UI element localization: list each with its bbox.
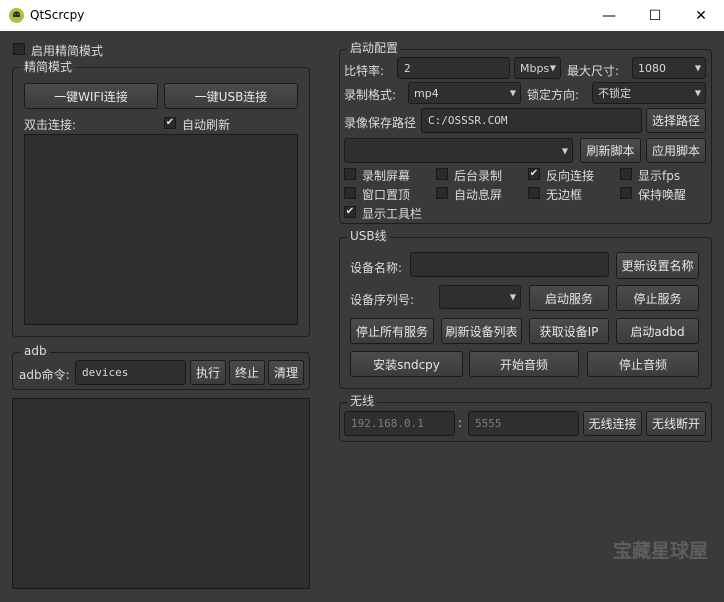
serial-number-label: 设备序列号:	[350, 293, 415, 307]
adb-terminate-button[interactable]: 终止	[229, 360, 265, 385]
device-list[interactable]	[24, 134, 298, 325]
minimize-icon: —	[602, 7, 616, 24]
device-name-input[interactable]	[410, 252, 609, 277]
simple-mode-group-title: 精简模式	[21, 61, 76, 74]
adb-execute-button[interactable]: 执行	[190, 360, 226, 385]
lock-orientation-label: 锁定方向:	[527, 88, 580, 102]
update-device-name-button[interactable]: 更新设置名称	[616, 252, 699, 279]
maximize-button[interactable]: ☐	[632, 0, 678, 31]
adb-command-input[interactable]: devices	[75, 360, 186, 385]
record-format-value: mp4	[414, 86, 439, 100]
wifi-connect-button[interactable]: 一键WIFI连接	[24, 83, 158, 109]
record-format-select[interactable]: mp4 ▼	[408, 82, 521, 104]
bitrate-label: 比特率:	[344, 64, 385, 78]
save-path-input[interactable]: C:/OSSSR.COM	[421, 108, 642, 133]
start-audio-button[interactable]: 开始音频	[469, 351, 579, 377]
adb-output-log[interactable]	[12, 398, 310, 589]
minimize-button[interactable]: —	[586, 0, 632, 31]
auto-refresh-label: 自动刷新	[182, 118, 231, 132]
wireless-disconnect-button[interactable]: 无线断开	[646, 411, 706, 436]
android-app-icon	[9, 8, 24, 23]
serial-number-select[interactable]: ▼	[439, 285, 521, 309]
max-size-value: 1080	[638, 61, 666, 75]
max-size-select[interactable]: 1080 ▼	[632, 57, 706, 79]
stop-audio-button[interactable]: 停止音频	[587, 351, 699, 377]
auto-refresh-checkbox[interactable]: ✔	[164, 117, 176, 129]
refresh-script-button[interactable]: 刷新脚本	[580, 138, 641, 163]
chevron-down-icon: ▼	[694, 63, 701, 73]
simple-mode-checkbox[interactable]	[13, 43, 25, 55]
option-stay-awake-checkbox[interactable]	[620, 187, 632, 199]
option-show-toolbar-checkbox[interactable]: ✔	[344, 206, 356, 218]
checkmark-icon: ✔	[165, 117, 175, 128]
option-show-fps-checkbox[interactable]	[620, 168, 632, 180]
stop-all-services-button[interactable]: 停止所有服务	[350, 318, 434, 344]
script-select[interactable]: ▼	[344, 138, 573, 163]
option-show-fps-label: 显示fps	[638, 169, 681, 183]
max-size-label: 最大尺寸:	[567, 64, 620, 78]
save-path-label: 录像保存路径	[344, 116, 417, 130]
option-record-screen-checkbox[interactable]	[344, 168, 356, 180]
simple-mode-label: 启用精简模式	[31, 44, 104, 58]
refresh-device-list-button[interactable]: 刷新设备列表	[441, 318, 522, 344]
start-adbd-button[interactable]: 启动adbd	[616, 318, 699, 344]
startup-config-title: 启动配置	[347, 42, 402, 55]
maximize-icon: ☐	[648, 7, 662, 24]
apply-script-button[interactable]: 应用脚本	[646, 138, 706, 163]
chevron-down-icon: ▼	[549, 63, 556, 73]
chevron-down-icon: ▼	[509, 88, 516, 98]
option-record-screen-label: 录制屏幕	[362, 169, 411, 183]
double-click-label: 双击连接:	[24, 118, 77, 132]
option-show-toolbar-label: 显示工具栏	[362, 207, 423, 221]
watermark-text: 宝藏星球屋	[613, 540, 709, 562]
option-frameless-label: 无边框	[546, 188, 583, 202]
option-auto-screen-off-label: 自动息屏	[454, 188, 503, 202]
wireless-connect-button[interactable]: 无线连接	[583, 411, 642, 436]
chevron-down-icon: ▼	[509, 292, 516, 302]
option-background-record-label: 后台录制	[454, 169, 503, 183]
adb-group-title: adb	[21, 345, 50, 358]
option-always-on-top-checkbox[interactable]	[344, 187, 356, 199]
usb-connect-button[interactable]: 一键USB连接	[164, 83, 298, 109]
device-name-label: 设备名称:	[350, 261, 403, 275]
select-path-button[interactable]: 选择路径	[646, 108, 706, 133]
close-icon: ✕	[695, 7, 707, 24]
checkmark-icon: ✔	[345, 206, 355, 217]
get-device-ip-button[interactable]: 获取设备IP	[529, 318, 609, 344]
adb-clear-button[interactable]: 清理	[268, 360, 304, 385]
ip-port-separator: :	[458, 416, 463, 430]
wireless-group-title: 无线	[347, 395, 378, 408]
install-sndcpy-button[interactable]: 安装sndcpy	[350, 351, 463, 377]
wireless-port-input[interactable]: 5555	[468, 411, 579, 436]
checkmark-icon: ✔	[529, 168, 539, 179]
start-service-button[interactable]: 启动服务	[529, 285, 609, 311]
chevron-down-icon: ▼	[561, 146, 568, 155]
stop-service-button[interactable]: 停止服务	[616, 285, 699, 311]
lock-orientation-select[interactable]: 不锁定 ▼	[592, 82, 706, 104]
option-always-on-top-label: 窗口置顶	[362, 188, 411, 202]
option-reverse-connect-checkbox[interactable]: ✔	[528, 168, 540, 180]
option-background-record-checkbox[interactable]	[436, 168, 448, 180]
record-format-label: 录制格式:	[344, 88, 397, 102]
lock-orientation-value: 不锁定	[598, 87, 631, 100]
close-button[interactable]: ✕	[678, 0, 724, 31]
wireless-ip-input[interactable]: 192.168.0.1	[344, 411, 455, 436]
option-reverse-connect-label: 反向连接	[546, 169, 595, 183]
bitrate-unit-value: Mbps	[520, 61, 550, 75]
chevron-down-icon: ▼	[694, 88, 701, 98]
window-title: QtScrcpy	[30, 8, 85, 22]
option-auto-screen-off-checkbox[interactable]	[436, 187, 448, 199]
title-bar: QtScrcpy — ☐ ✕	[0, 0, 724, 31]
bitrate-unit-select[interactable]: Mbps ▼	[514, 57, 561, 79]
usb-group-title: USB线	[347, 230, 390, 243]
adb-command-label: adb命令:	[19, 368, 70, 382]
option-stay-awake-label: 保持唤醒	[638, 188, 687, 202]
option-frameless-checkbox[interactable]	[528, 187, 540, 199]
bitrate-input[interactable]: 2	[397, 57, 510, 79]
